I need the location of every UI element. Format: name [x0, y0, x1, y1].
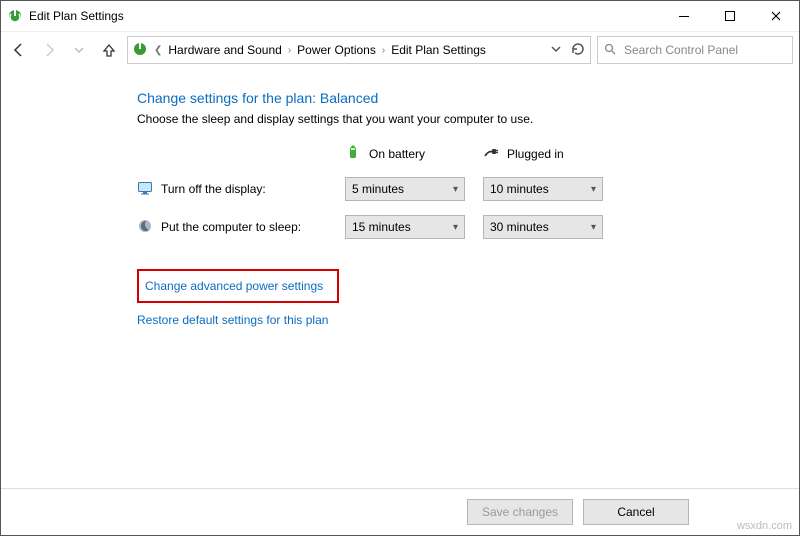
save-changes-button[interactable]: Save changes	[467, 499, 573, 525]
minimize-button[interactable]	[661, 1, 707, 31]
battery-icon	[345, 144, 361, 163]
forward-button[interactable]	[37, 38, 61, 62]
chevron-right-icon[interactable]: ❮	[152, 45, 164, 56]
address-bar[interactable]: ❮ Hardware and Sound › Power Options › E…	[127, 36, 591, 64]
close-button[interactable]	[753, 1, 799, 31]
titlebar: Edit Plan Settings	[1, 1, 799, 32]
search-icon	[604, 43, 616, 58]
chevron-right-icon: ›	[286, 45, 293, 56]
chevron-down-icon: ▾	[591, 222, 596, 233]
chevron-down-icon: ▾	[591, 184, 596, 195]
column-label: Plugged in	[507, 147, 564, 161]
moon-icon	[137, 218, 153, 237]
page-heading: Change settings for the plan: Balanced	[137, 90, 697, 106]
content-area: Change settings for the plan: Balanced C…	[1, 72, 799, 488]
select-value: 15 minutes	[352, 220, 411, 234]
plug-icon	[483, 144, 499, 163]
back-button[interactable]	[7, 38, 31, 62]
monitor-icon	[137, 180, 153, 199]
watermark: wsxdn.com	[737, 520, 792, 532]
row-turn-off-display: Turn off the display:	[137, 180, 327, 199]
row-label-text: Put the computer to sleep:	[161, 220, 301, 234]
breadcrumb-item[interactable]: Hardware and Sound	[168, 43, 281, 57]
display-battery-select[interactable]: 5 minutes ▾	[345, 177, 465, 201]
footer: Save changes Cancel	[1, 488, 799, 535]
search-input[interactable]	[622, 42, 786, 58]
restore-default-settings-link[interactable]: Restore default settings for this plan	[137, 313, 697, 327]
sleep-battery-select[interactable]: 15 minutes ▾	[345, 215, 465, 239]
display-plugged-select[interactable]: 10 minutes ▾	[483, 177, 603, 201]
select-value: 30 minutes	[490, 220, 549, 234]
breadcrumb-item[interactable]: Power Options	[297, 43, 376, 57]
highlighted-link-box: Change advanced power settings	[137, 269, 339, 303]
up-button[interactable]	[97, 38, 121, 62]
column-label: On battery	[369, 147, 425, 161]
cancel-button[interactable]: Cancel	[583, 499, 689, 525]
page-subtext: Choose the sleep and display settings th…	[137, 112, 697, 126]
select-value: 5 minutes	[352, 182, 404, 196]
sleep-plugged-select[interactable]: 30 minutes ▾	[483, 215, 603, 239]
window-title: Edit Plan Settings	[29, 9, 124, 23]
column-plugged-in: Plugged in	[483, 144, 603, 163]
chevron-down-icon: ▾	[453, 222, 458, 233]
change-advanced-power-settings-link[interactable]: Change advanced power settings	[145, 279, 323, 293]
maximize-button[interactable]	[707, 1, 753, 31]
row-label-text: Turn off the display:	[161, 182, 266, 196]
chevron-down-icon: ▾	[453, 184, 458, 195]
button-label: Save changes	[482, 505, 558, 519]
chevron-down-icon[interactable]	[550, 43, 562, 58]
row-put-to-sleep: Put the computer to sleep:	[137, 218, 327, 237]
recent-locations-button[interactable]	[67, 38, 91, 62]
button-label: Cancel	[617, 505, 654, 519]
column-on-battery: On battery	[345, 144, 465, 163]
select-value: 10 minutes	[490, 182, 549, 196]
chevron-right-icon: ›	[380, 45, 387, 56]
breadcrumb-item[interactable]: Edit Plan Settings	[391, 43, 486, 57]
nav-row: ❮ Hardware and Sound › Power Options › E…	[1, 32, 799, 72]
search-box[interactable]	[597, 36, 793, 64]
power-options-icon	[132, 41, 148, 60]
refresh-icon[interactable]	[570, 41, 586, 60]
power-options-icon	[7, 8, 23, 24]
